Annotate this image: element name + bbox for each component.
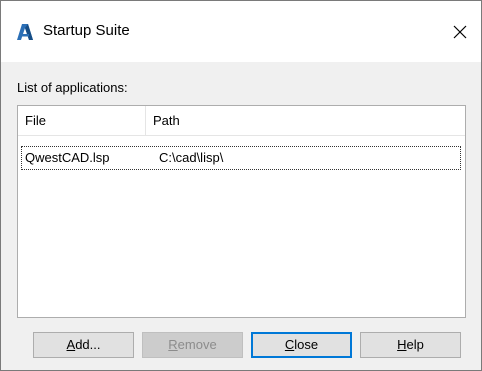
add-mnemonic: A — [66, 337, 76, 352]
column-header-file[interactable]: File — [18, 106, 146, 136]
close-icon[interactable] — [446, 18, 474, 46]
applications-list[interactable]: File Path QwestCAD.lsp C:\cad\lisp\ — [17, 105, 466, 318]
help-button[interactable]: Help — [360, 332, 461, 358]
close-button-label: lose — [294, 337, 319, 352]
applications-list-label: List of applications: — [17, 80, 128, 95]
help-mnemonic: H — [397, 337, 407, 352]
row-path-cell: C:\cad\lisp\ — [159, 150, 224, 165]
row-file-cell: QwestCAD.lsp — [25, 150, 110, 165]
title-bar: Startup Suite — [1, 1, 481, 62]
close-mnemonic: C — [284, 337, 295, 352]
remove-button-label: emove — [177, 337, 217, 352]
remove-mnemonic: R — [168, 337, 178, 352]
table-row[interactable]: QwestCAD.lsp C:\cad\lisp\ — [21, 146, 461, 170]
close-button[interactable]: Close — [251, 332, 352, 358]
help-button-label: elp — [406, 337, 424, 352]
autocad-a-icon — [17, 24, 33, 40]
remove-button: Remove — [142, 332, 243, 358]
add-button[interactable]: Add... — [33, 332, 134, 358]
window-title: Startup Suite — [43, 22, 130, 39]
startup-suite-dialog: Startup Suite List of applications: File… — [0, 0, 482, 371]
column-header-path[interactable]: Path — [146, 106, 465, 136]
add-button-label: dd... — [75, 337, 101, 352]
